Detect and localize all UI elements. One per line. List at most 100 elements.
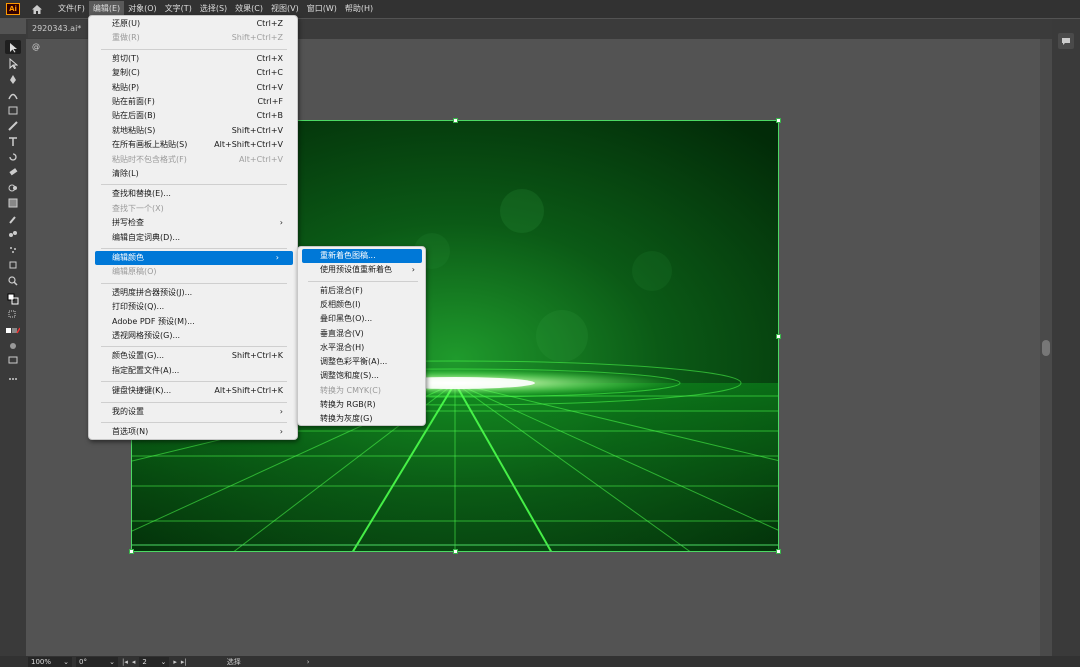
status-arrow-icon[interactable]: › <box>307 658 310 666</box>
chevron-down-icon: ⌄ <box>160 657 167 666</box>
rotation-value: 0° <box>79 657 87 666</box>
menu-item-label: 在所有画板上粘贴(S) <box>112 140 188 150</box>
edit-menu-item: 查找下一个(X) <box>89 202 297 216</box>
color-submenu-item[interactable]: 叠印黑色(O)... <box>298 312 425 326</box>
rotate-tool-icon[interactable] <box>5 150 21 164</box>
edit-menu-item[interactable]: 拼写检查 › <box>89 216 297 230</box>
prev-artboard-icon[interactable]: ◂ <box>132 658 136 666</box>
symbol-sprayer-tool-icon[interactable] <box>5 243 21 257</box>
edit-menu-item[interactable]: 还原(U) Ctrl+Z <box>89 17 297 31</box>
edit-menu-item[interactable]: 复制(C) Ctrl+C <box>89 66 297 80</box>
chevron-down-icon: ⌄ <box>109 657 115 666</box>
color-submenu-item[interactable]: 转换为 RGB(R) <box>298 398 425 412</box>
last-artboard-icon[interactable]: ▸| <box>181 658 187 666</box>
chevron-right-icon: › <box>275 253 279 262</box>
eraser-tool-icon[interactable] <box>5 165 21 179</box>
curvature-tool-icon[interactable] <box>5 88 21 102</box>
fill-stroke-icon[interactable] <box>5 292 21 306</box>
next-artboard-icon[interactable]: ▸ <box>173 658 177 666</box>
edit-menu-item[interactable]: 我的设置 › <box>89 405 297 419</box>
blend-tool-icon[interactable] <box>5 227 21 241</box>
menu-item-label: 透视网格预设(G)... <box>112 331 181 340</box>
menu-item-shortcut: Ctrl+F <box>257 97 283 106</box>
menu-item-shortcut: Ctrl+V <box>256 82 283 92</box>
selection-tool-icon[interactable] <box>5 40 21 54</box>
selection-handle[interactable] <box>776 549 781 554</box>
menu-8[interactable]: 帮助(H) <box>341 1 377 17</box>
edit-menu-item[interactable]: 编辑自定词典(D)... <box>89 231 297 245</box>
menu-item-shortcut: Shift+Ctrl+Z <box>231 33 283 43</box>
submenu-item-label: 叠印黑色(O)... <box>320 314 373 324</box>
selection-handle[interactable] <box>453 549 458 554</box>
rotation-field[interactable]: 0° ⌄ <box>76 656 118 667</box>
color-submenu-item[interactable]: 水平混合(H) <box>298 341 425 355</box>
direct-selection-tool-icon[interactable] <box>5 56 21 70</box>
submenu-item-label: 转换为 CMYK(C) <box>320 385 381 395</box>
brush-tool-icon[interactable] <box>5 119 21 133</box>
menu-item-label: 贴在后面(B) <box>112 111 156 121</box>
zoom-field[interactable]: 100% ⌄ <box>28 656 72 667</box>
more-tools-icon[interactable] <box>5 372 21 386</box>
menu-item-shortcut: Alt+Shift+Ctrl+V <box>214 140 283 150</box>
menu-0[interactable]: 文件(F) <box>54 1 89 17</box>
menu-item-shortcut: Alt+Shift+Ctrl+K <box>214 386 283 396</box>
swap-color-icon[interactable] <box>5 308 21 322</box>
color-submenu-item[interactable]: 调整色彩平衡(A)... <box>298 355 425 369</box>
menu-item-shortcut: Alt+Ctrl+V <box>239 154 283 164</box>
selection-handle[interactable] <box>129 549 134 554</box>
edit-menu-item[interactable]: 颜色设置(G)... Shift+Ctrl+K <box>89 349 297 363</box>
color-submenu-item[interactable]: 使用预设值重新着色 › <box>298 263 425 277</box>
menu-item-label: 剪切(T) <box>112 53 140 63</box>
color-submenu-item[interactable]: 反相颜色(I) <box>298 298 425 312</box>
edit-menu-item[interactable]: 透明度拼合器预设(J)... <box>89 286 297 300</box>
screen-mode-icon[interactable] <box>5 353 21 367</box>
artboard-tool-icon[interactable] <box>5 258 21 272</box>
edit-menu-item[interactable]: 剪切(T) Ctrl+X <box>89 52 297 66</box>
chevron-right-icon: › <box>279 218 283 228</box>
gradient-tool-icon[interactable] <box>5 196 21 210</box>
color-submenu-item[interactable]: 重新着色图稿... <box>302 249 422 263</box>
menu-item-shortcut: Shift+Ctrl+K <box>231 351 283 361</box>
edit-menu-item[interactable]: 粘贴(P) Ctrl+V <box>89 81 297 95</box>
rectangle-tool-icon[interactable] <box>5 103 21 117</box>
edit-menu-item[interactable]: 清除(L) <box>89 167 297 181</box>
edit-menu-item[interactable]: 首选项(N) › <box>89 425 297 439</box>
pen-tool-icon[interactable] <box>5 72 21 86</box>
comments-icon[interactable] <box>1058 33 1074 49</box>
type-tool-icon[interactable] <box>5 135 21 149</box>
edit-menu-item[interactable]: 透视网格预设(G)... <box>89 329 297 343</box>
zoom-tool-icon[interactable] <box>5 274 21 288</box>
edit-menu-dropdown: 还原(U) Ctrl+Z 重做(R) Shift+Ctrl+Z 剪切(T) Ctrl+X 复… <box>88 15 298 440</box>
edit-menu-item[interactable]: 键盘快捷键(K)... Alt+Shift+Ctrl+K <box>89 384 297 398</box>
chevron-right-icon: › <box>411 265 415 275</box>
home-icon[interactable] <box>30 2 44 16</box>
first-artboard-icon[interactable]: |◂ <box>122 658 128 666</box>
scrollbar-thumb[interactable] <box>1042 340 1050 356</box>
edit-menu-item[interactable]: 贴在前面(F) Ctrl+F <box>89 95 297 109</box>
edit-menu-item[interactable]: 在所有画板上粘贴(S) Alt+Shift+Ctrl+V <box>89 138 297 152</box>
edit-menu-item[interactable]: 贴在后面(B) Ctrl+B <box>89 109 297 123</box>
menu-7[interactable]: 窗口(W) <box>303 1 341 17</box>
edit-menu-item[interactable]: 查找和替换(E)... <box>89 187 297 201</box>
color-mode-icon[interactable] <box>5 324 21 338</box>
artboard-number-field[interactable]: 2 ⌄ <box>139 656 170 667</box>
menu-item-shortcut: Shift+Ctrl+V <box>231 125 283 135</box>
menu-separator <box>101 346 287 348</box>
color-submenu-item[interactable]: 前后混合(F) <box>298 284 425 298</box>
color-submenu-item[interactable]: 调整饱和度(S)... <box>298 369 425 383</box>
color-submenu-item[interactable]: 转换为灰度(G) <box>298 412 425 426</box>
edit-menu-item[interactable]: 就地粘贴(S) Shift+Ctrl+V <box>89 124 297 138</box>
selection-handle[interactable] <box>453 118 458 123</box>
eyedropper-tool-icon[interactable] <box>5 212 21 226</box>
selection-handle[interactable] <box>776 334 781 339</box>
edit-menu-item[interactable]: Adobe PDF 预设(M)... <box>89 315 297 329</box>
edit-menu-item[interactable]: 打印预设(Q)... <box>89 300 297 314</box>
edit-menu-item[interactable]: 编辑颜色 › <box>95 251 293 265</box>
edit-menu-item[interactable]: 指定配置文件(A)... <box>89 364 297 378</box>
shape-builder-tool-icon[interactable] <box>5 181 21 195</box>
document-tab[interactable]: 2920343.ai* @ <box>28 20 88 51</box>
selection-handle[interactable] <box>776 118 781 123</box>
color-submenu-item[interactable]: 垂直混合(V) <box>298 327 425 341</box>
edit-menu-item: 重做(R) Shift+Ctrl+Z <box>89 31 297 45</box>
draw-mode-icon[interactable] <box>5 339 21 353</box>
